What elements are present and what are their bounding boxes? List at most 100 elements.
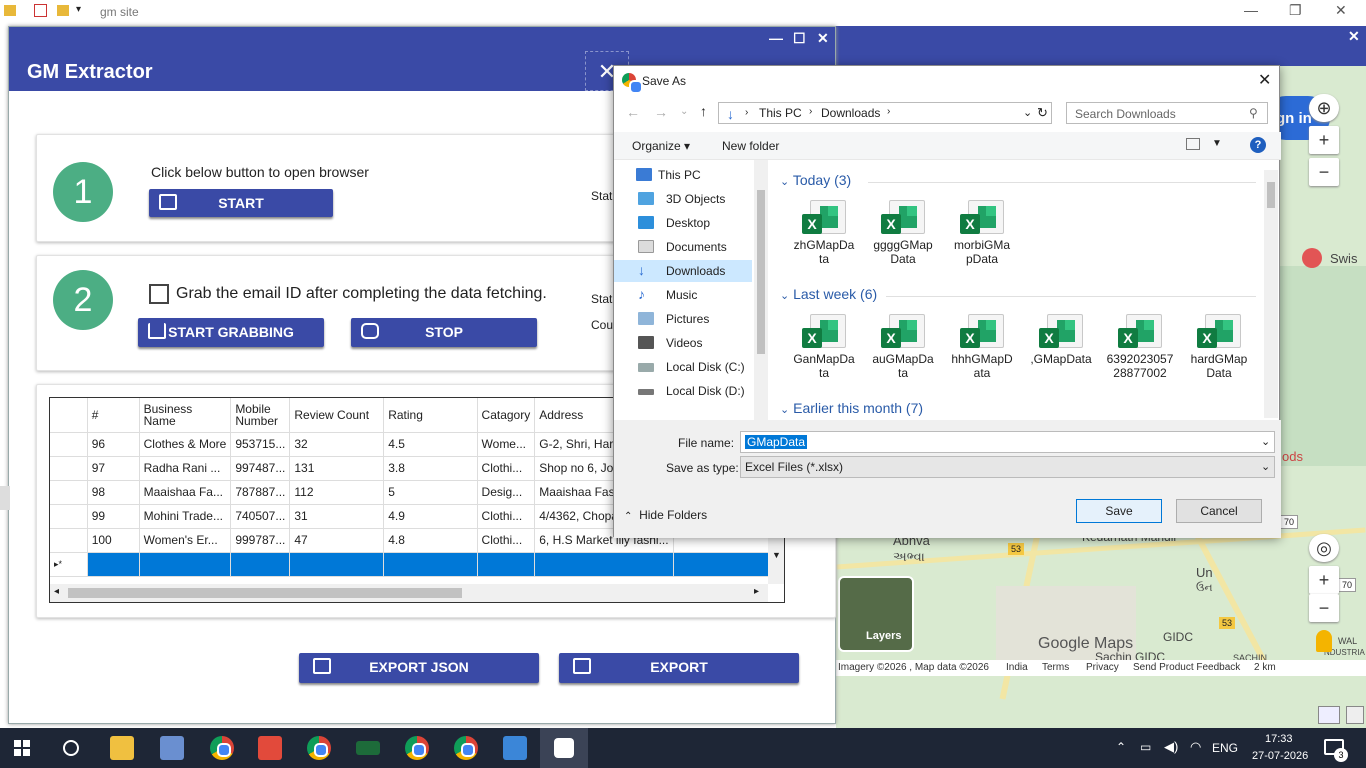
table-cell[interactable]: 47 — [289, 528, 385, 553]
row-header[interactable] — [50, 456, 88, 481]
minimize-icon[interactable]: — — [769, 30, 783, 46]
nav-local-disk-c[interactable]: Local Disk (C:) — [638, 356, 762, 378]
search-icon[interactable] — [63, 740, 79, 756]
file-item[interactable]: X 6392023057 28877002 — [1104, 314, 1176, 380]
table-cell[interactable]: 99 — [87, 504, 140, 529]
region-link[interactable]: India — [1006, 662, 1028, 673]
breadcrumb-downloads[interactable]: Downloads — [821, 106, 880, 120]
chrome-icon[interactable] — [454, 736, 478, 760]
table-cell[interactable] — [230, 552, 291, 577]
location-icon[interactable]: ⊕ — [1309, 94, 1339, 122]
table-cell[interactable]: ▸* — [50, 552, 88, 577]
breadcrumb-this-pc[interactable]: This PC — [759, 106, 802, 120]
horizontal-scrollbar[interactable]: ◂ ▸ — [50, 584, 768, 602]
table-cell[interactable] — [383, 552, 478, 577]
layers-button[interactable]: Layers — [838, 576, 914, 652]
column-header[interactable]: Rating — [383, 398, 478, 433]
new-folder-button[interactable]: New folder — [722, 139, 779, 153]
chrome-icon[interactable] — [307, 736, 331, 760]
new-row[interactable]: ▸* — [50, 552, 784, 577]
scroll-right-icon[interactable]: ▸ — [754, 586, 759, 597]
chrome-icon[interactable] — [210, 736, 234, 760]
maximize-icon[interactable]: ☐ — [793, 30, 806, 47]
active-app-slot[interactable] — [540, 728, 588, 768]
table-cell[interactable]: Mohini Trade... — [139, 504, 232, 529]
scrollbar-thumb[interactable] — [68, 588, 462, 598]
table-cell[interactable]: 100 — [87, 528, 140, 553]
language-indicator[interactable]: ENG — [1212, 741, 1238, 755]
grab-email-checkbox[interactable] — [149, 284, 169, 304]
table-cell[interactable]: 31 — [289, 504, 385, 529]
help-icon[interactable]: ? — [1250, 137, 1266, 153]
address-bar[interactable]: ↓ › This PC › Downloads › ⌄ ↻ — [718, 102, 1052, 124]
hide-folders-button[interactable]: ⌃ Hide Folders — [624, 508, 707, 522]
group-last-week[interactable]: ⌄ Last week (6) — [780, 286, 877, 302]
volume-icon[interactable]: ◀) — [1164, 739, 1178, 755]
feedback-link[interactable]: Send Product Feedback — [1133, 662, 1240, 673]
windows-start-icon[interactable] — [14, 740, 30, 756]
row-header[interactable] — [50, 432, 88, 457]
table-cell[interactable]: 4.5 — [383, 432, 478, 457]
nav-music[interactable]: ♪ Music — [638, 284, 762, 306]
nav-pictures[interactable]: Pictures — [638, 308, 762, 330]
table-cell[interactable]: Radha Rani ... — [139, 456, 232, 481]
table-cell[interactable]: Desig... — [477, 480, 536, 505]
table-cell[interactable]: 4.9 — [383, 504, 478, 529]
scroll-down-icon[interactable]: ▼ — [772, 550, 781, 560]
export-button[interactable]: EXPORT — [559, 653, 799, 683]
table-cell[interactable]: Clothi... — [477, 504, 536, 529]
battery-icon[interactable]: ▭ — [1140, 740, 1151, 754]
zoom-in-button[interactable]: + — [1309, 126, 1339, 154]
forward-icon[interactable]: → — [654, 104, 668, 120]
close-icon[interactable]: ✕ — [1348, 28, 1360, 45]
close-icon[interactable]: ✕ — [817, 30, 829, 47]
table-cell[interactable]: 953715... — [230, 432, 291, 457]
chrome-icon[interactable] — [405, 736, 429, 760]
table-cell[interactable]: 4.8 — [383, 528, 478, 553]
zoom-out-button[interactable]: − — [1309, 158, 1339, 186]
column-header[interactable]: Catagory — [477, 398, 536, 433]
close-icon[interactable]: ✕ — [1335, 2, 1347, 19]
table-cell[interactable]: 96 — [87, 432, 140, 457]
search-input[interactable]: Search Downloads ⚲ — [1066, 102, 1268, 124]
table-cell[interactable]: Clothi... — [477, 456, 536, 481]
clock-date[interactable]: 27-07-2026 — [1252, 750, 1308, 762]
nav-scrollbar[interactable] — [754, 160, 768, 420]
table-cell[interactable] — [289, 552, 385, 577]
restore-icon[interactable]: ❐ — [1289, 2, 1302, 19]
file-item[interactable]: XggggGMap Data — [867, 200, 939, 266]
column-header[interactable]: # — [87, 398, 140, 433]
view-toggle-icon[interactable] — [1318, 706, 1340, 724]
view-icon[interactable] — [1186, 138, 1200, 150]
scrollbar-thumb[interactable] — [1267, 182, 1275, 208]
table-cell[interactable]: Maaishaa Fa... — [139, 480, 232, 505]
stop-button[interactable]: STOP — [351, 318, 537, 347]
view-options-icon[interactable]: ▼ — [1212, 138, 1222, 149]
minimize-icon[interactable]: — — [1244, 2, 1258, 18]
table-cell[interactable] — [534, 552, 674, 577]
column-header[interactable]: Mobile Number — [230, 398, 291, 433]
file-item[interactable]: XmorbiGMa pData — [946, 200, 1018, 266]
file-item[interactable]: XhhhGMapD ata — [946, 314, 1018, 380]
table-cell[interactable]: 32 — [289, 432, 385, 457]
zoom-in-button[interactable]: + — [1309, 566, 1339, 594]
save-button[interactable]: Save — [1076, 499, 1162, 523]
column-header[interactable]: Review Count — [289, 398, 385, 433]
back-icon[interactable]: ← — [626, 104, 640, 120]
file-item[interactable]: XhardGMap Data — [1183, 314, 1255, 380]
app-icon[interactable] — [356, 741, 380, 755]
table-cell[interactable]: 999787... — [230, 528, 291, 553]
table-cell[interactable] — [139, 552, 232, 577]
start-grabbing-button[interactable]: START GRABBING — [138, 318, 324, 347]
scrollbar-thumb[interactable] — [757, 190, 765, 354]
group-earlier-this-month[interactable]: ⌄ Earlier this month (7) — [780, 400, 923, 416]
view-toggle-icon[interactable] — [1346, 706, 1364, 724]
table-cell[interactable]: Clothes & More — [139, 432, 232, 457]
chevron-down-icon[interactable]: ⌄ — [1023, 106, 1032, 119]
nav-this-pc[interactable]: This PC — [622, 164, 762, 186]
nav-downloads[interactable]: ↓ Downloads — [614, 260, 752, 282]
file-item[interactable]: X ,GMapData — [1025, 314, 1097, 366]
nav-3d-objects[interactable]: 3D Objects — [638, 188, 762, 210]
table-cell[interactable]: Women's Er... — [139, 528, 232, 553]
table-cell[interactable]: Wome... — [477, 432, 536, 457]
